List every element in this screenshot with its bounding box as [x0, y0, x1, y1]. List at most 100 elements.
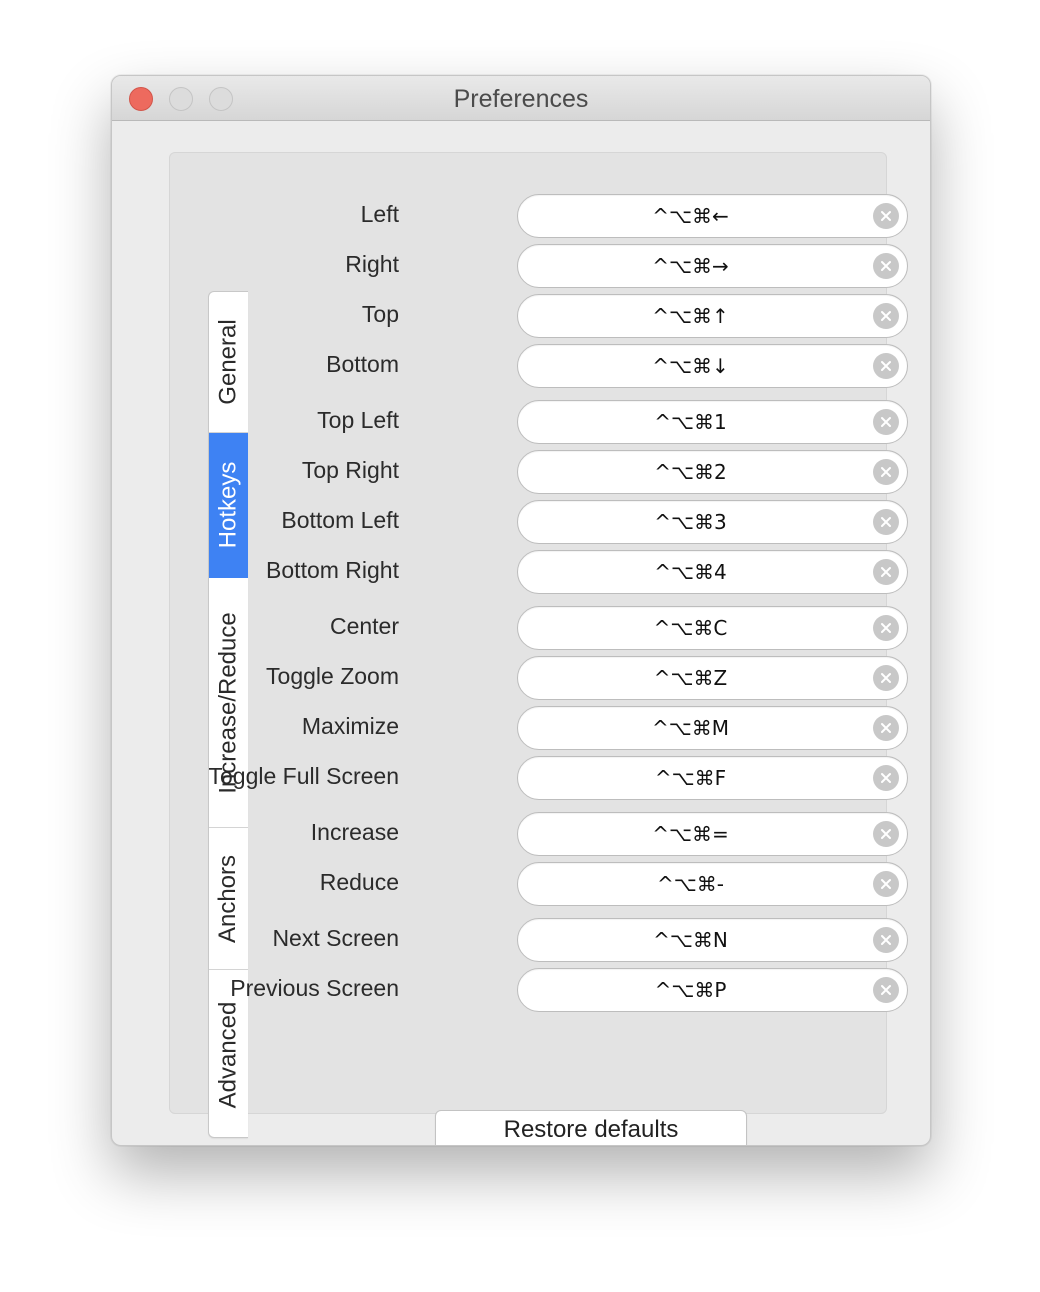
hotkey-shortcut: ^⌥⌘C: [653, 616, 728, 640]
hotkey-shortcut: ^⌥⌘Z: [653, 666, 728, 690]
hotkey-recorder-field[interactable]: ^⌥⌘↓: [517, 344, 908, 388]
hotkey-row: Top ^⌥⌘↑: [170, 294, 908, 338]
clear-shortcut-icon[interactable]: [873, 253, 899, 279]
hotkey-shortcut: ^⌥⌘↓: [652, 354, 729, 378]
hotkey-shortcut: ^⌥⌘1: [654, 410, 727, 434]
hotkey-row: Top Left ^⌥⌘1: [170, 400, 908, 444]
clear-shortcut-icon[interactable]: [873, 615, 899, 641]
hotkey-label: Maximize: [301, 713, 399, 739]
hotkey-row: Center ^⌥⌘C: [170, 606, 908, 650]
clear-shortcut-icon[interactable]: [873, 715, 899, 741]
clear-shortcut-icon[interactable]: [873, 977, 899, 1003]
clear-shortcut-icon[interactable]: [873, 665, 899, 691]
hotkey-recorder-field[interactable]: ^⌥⌘=: [517, 812, 908, 856]
x-mark-icon: [881, 311, 891, 321]
hotkey-recorder-field[interactable]: ^⌥⌘P: [517, 968, 908, 1012]
x-mark-icon: [881, 567, 891, 577]
hotkey-shortcut: ^⌥⌘-: [656, 872, 725, 896]
hotkey-label: Toggle Full Screen: [208, 763, 400, 789]
hotkey-label: Left: [360, 201, 399, 227]
hotkey-recorder-field[interactable]: ^⌥⌘4: [517, 550, 908, 594]
clear-shortcut-icon[interactable]: [873, 303, 899, 329]
hotkey-row: Bottom Right ^⌥⌘4: [170, 550, 908, 594]
tab-label: Advanced: [214, 1001, 242, 1108]
hotkeys-panel: General Hotkeys Increase/Reduce Anchors …: [169, 152, 908, 1145]
hotkey-label: Increase: [310, 819, 399, 845]
title-bar[interactable]: Preferences: [112, 76, 930, 121]
hotkey-shortcut: ^⌥⌘P: [654, 978, 727, 1002]
clear-shortcut-icon[interactable]: [873, 409, 899, 435]
hotkey-shortcut: ^⌥⌘2: [654, 460, 727, 484]
clear-shortcut-icon[interactable]: [873, 509, 899, 535]
hotkey-recorder-field[interactable]: ^⌥⌘N: [517, 918, 908, 962]
hotkey-recorder-field[interactable]: ^⌥⌘↑: [517, 294, 908, 338]
x-mark-icon: [881, 261, 891, 271]
x-mark-icon: [881, 623, 891, 633]
x-mark-icon: [881, 879, 891, 889]
hotkey-row: Right ^⌥⌘→: [170, 244, 908, 288]
clear-shortcut-icon[interactable]: [873, 203, 899, 229]
clear-shortcut-icon[interactable]: [873, 765, 899, 791]
hotkey-recorder-field[interactable]: ^⌥⌘Z: [517, 656, 908, 700]
clear-shortcut-icon[interactable]: [873, 353, 899, 379]
x-mark-icon: [881, 829, 891, 839]
hotkey-recorder-field[interactable]: ^⌥⌘-: [517, 862, 908, 906]
hotkey-label: Top Left: [317, 407, 399, 433]
hotkey-shortcut: ^⌥⌘=: [652, 822, 729, 846]
hotkey-recorder-field[interactable]: ^⌥⌘1: [517, 400, 908, 444]
hotkey-label: Reduce: [319, 869, 399, 895]
hotkey-label: Top Right: [301, 457, 399, 483]
hotkey-recorder-field[interactable]: ^⌥⌘→: [517, 244, 908, 288]
hotkey-label: Right: [345, 251, 399, 277]
hotkey-label: Bottom Right: [266, 557, 399, 583]
x-mark-icon: [881, 517, 891, 527]
x-mark-icon: [881, 935, 891, 945]
preferences-window: Preferences General Hotkeys Increase/Red…: [111, 75, 931, 1146]
x-mark-icon: [881, 673, 891, 683]
hotkey-row: Toggle Zoom ^⌥⌘Z: [170, 656, 908, 700]
x-mark-icon: [881, 985, 891, 995]
hotkey-row: Maximize ^⌥⌘M: [170, 706, 908, 750]
window-title: Preferences: [453, 85, 589, 113]
x-mark-icon: [881, 467, 891, 477]
hotkey-shortcut: ^⌥⌘F: [654, 766, 727, 790]
clear-shortcut-icon[interactable]: [873, 821, 899, 847]
hotkey-recorder-field[interactable]: ^⌥⌘3: [517, 500, 908, 544]
hotkey-label: Bottom Left: [281, 507, 399, 533]
hotkey-shortcut: ^⌥⌘↑: [652, 304, 729, 328]
clear-shortcut-icon[interactable]: [873, 871, 899, 897]
hotkey-label: Toggle Zoom: [266, 663, 399, 689]
hotkey-recorder-field[interactable]: ^⌥⌘2: [517, 450, 908, 494]
hotkey-row: Toggle Full Screen ^⌥⌘F: [170, 756, 908, 800]
clear-shortcut-icon[interactable]: [873, 459, 899, 485]
hotkey-recorder-field[interactable]: ^⌥⌘C: [517, 606, 908, 650]
hotkey-recorder-field[interactable]: ^⌥⌘F: [517, 756, 908, 800]
clear-shortcut-icon[interactable]: [873, 559, 899, 585]
hotkey-shortcut: ^⌥⌘4: [654, 560, 727, 584]
hotkey-row: Left ^⌥⌘←: [170, 194, 908, 238]
restore-defaults-button[interactable]: Restore defaults: [435, 1110, 747, 1145]
hotkey-shortcut: ^⌥⌘3: [654, 510, 727, 534]
hotkey-label: Top: [361, 301, 399, 327]
hotkey-shortcut: ^⌥⌘←: [652, 204, 729, 228]
hotkey-row: Top Right ^⌥⌘2: [170, 450, 908, 494]
hotkey-row: Previous Screen ^⌥⌘P: [170, 968, 908, 1012]
clear-shortcut-icon[interactable]: [873, 927, 899, 953]
x-mark-icon: [881, 361, 891, 371]
hotkey-shortcut: ^⌥⌘M: [651, 716, 730, 740]
x-mark-icon: [881, 211, 891, 221]
hotkey-label: Next Screen: [272, 925, 399, 951]
hotkey-label: Bottom: [326, 351, 399, 377]
hotkey-row: Reduce ^⌥⌘-: [170, 862, 908, 906]
hotkey-row: Bottom ^⌥⌘↓: [170, 344, 908, 388]
x-mark-icon: [881, 773, 891, 783]
hotkey-shortcut: ^⌥⌘→: [652, 254, 729, 278]
hotkey-shortcut: ^⌥⌘N: [653, 928, 728, 952]
x-mark-icon: [881, 723, 891, 733]
hotkey-row: Increase ^⌥⌘=: [170, 812, 908, 856]
hotkey-recorder-field[interactable]: ^⌥⌘M: [517, 706, 908, 750]
hotkey-row: Next Screen ^⌥⌘N: [170, 918, 908, 962]
hotkey-label: Previous Screen: [230, 975, 399, 1001]
hotkey-label: Center: [329, 613, 399, 639]
hotkey-recorder-field[interactable]: ^⌥⌘←: [517, 194, 908, 238]
